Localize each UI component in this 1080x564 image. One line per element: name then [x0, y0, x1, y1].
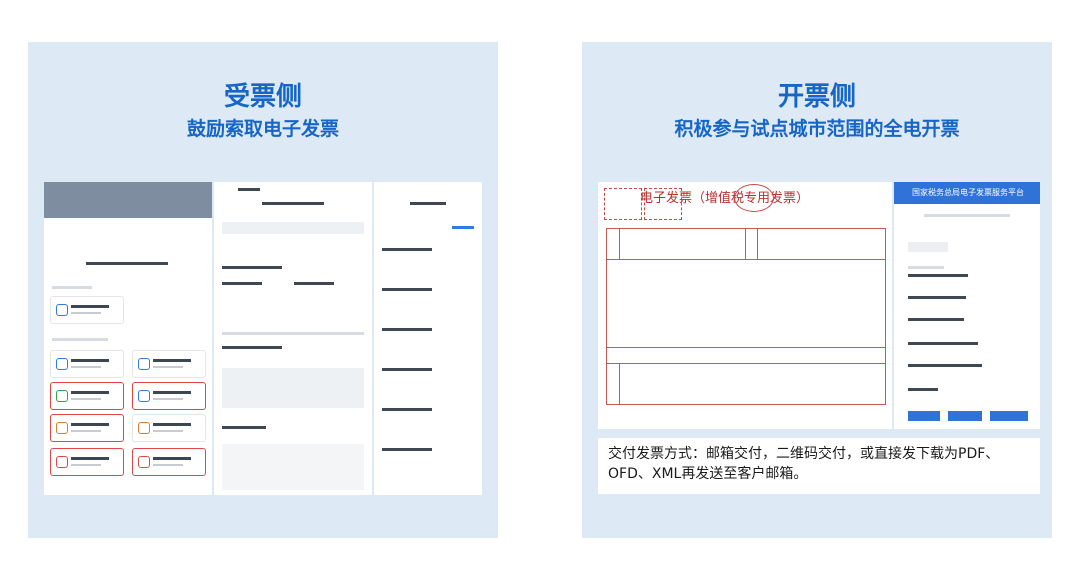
wechat-icon — [56, 390, 68, 402]
manual-invoice-option[interactable] — [132, 414, 206, 442]
folder-icon — [56, 422, 68, 434]
scan-invoice-option[interactable] — [132, 350, 206, 378]
platform-title: 国家税务总局电子发票服务平台 — [912, 188, 1024, 197]
alipay-invoice-option[interactable] — [132, 382, 206, 410]
ofd-download-button[interactable] — [948, 411, 982, 421]
electronic-invoice-image: 电子发票（增值税专用发票） — [598, 182, 892, 429]
pdf-icon — [138, 456, 150, 468]
ofd-recognition-option[interactable] — [50, 448, 124, 476]
pdf-download-button[interactable] — [908, 411, 940, 421]
claim-list-screenshot — [374, 182, 482, 495]
invoice-folder-option[interactable] — [50, 414, 124, 442]
receiver-title: 受票侧 — [223, 82, 302, 112]
form-heading-bar — [262, 202, 324, 205]
scan-icon — [138, 358, 150, 370]
active-tab-indicator[interactable] — [452, 226, 474, 229]
app-filter-bar — [44, 182, 212, 218]
pdf-recognition-option[interactable] — [132, 448, 206, 476]
expense-app-screenshot — [44, 182, 212, 495]
document-icon — [138, 422, 150, 434]
platform-header: 国家税务总局电子发票服务平台 — [894, 182, 1040, 204]
sheet-heading-bar — [86, 262, 168, 265]
alipay-icon — [138, 390, 150, 402]
receiver-panel: 受票侧 鼓励索取电子发票 — [28, 42, 498, 538]
invoice-table — [606, 228, 886, 405]
file-icon — [56, 456, 68, 468]
pen-icon — [56, 304, 68, 316]
delivery-caption: 交付发票方式：邮箱交付，二维码交付，或直接发下载为PDF、OFD、XML再发送至… — [598, 438, 1040, 494]
add-expense-sheet — [44, 252, 212, 495]
e-invoice-platform-panel: 国家税务总局电子发票服务平台 — [894, 182, 1040, 429]
qr-code-placeholder — [604, 188, 642, 220]
delivery-caption-text: 交付发票方式：邮箱交付，二维码交付，或直接发下载为PDF、OFD、XML再发送至… — [608, 446, 1000, 482]
photo-invoice-option[interactable] — [50, 350, 124, 378]
manual-entry-option[interactable] — [50, 296, 124, 324]
xml-download-button[interactable] — [990, 411, 1028, 421]
wechat-invoice-option[interactable] — [50, 382, 124, 410]
issuer-subtitle: 积极参与试点城市范围的全电开票 — [674, 118, 960, 140]
receiver-subtitle: 鼓励索取电子发票 — [186, 118, 339, 140]
claim-form-screenshot — [214, 182, 372, 495]
invoice-heading: 电子发票（增值税专用发票） — [640, 191, 810, 206]
invoice-seal — [734, 184, 774, 212]
issuer-panel: 开票侧 积极参与试点城市范围的全电开票 电子发票（增值税专用发票） 国家税务总局… — [582, 42, 1052, 538]
camera-icon — [56, 358, 68, 370]
issuer-title: 开票侧 — [777, 82, 856, 112]
expense-card[interactable] — [222, 368, 364, 408]
